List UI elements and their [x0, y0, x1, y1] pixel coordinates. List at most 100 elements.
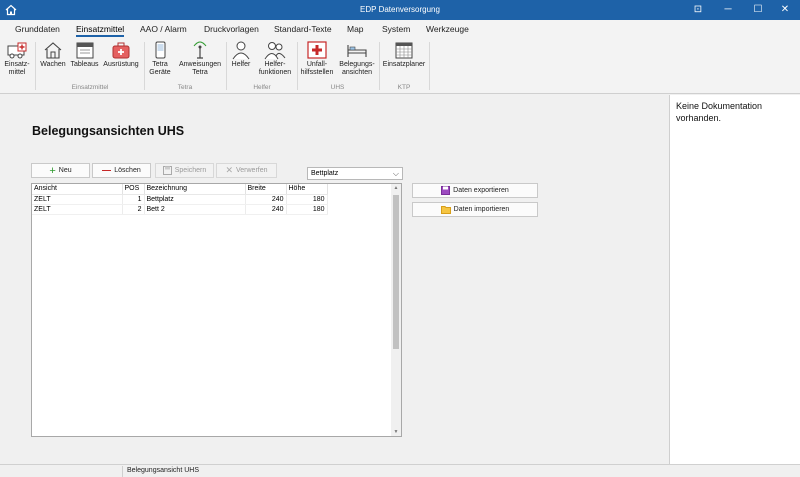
ribbon-helfer-button[interactable]: Helfer: [228, 40, 254, 69]
group-label-ktp: KTP: [397, 84, 411, 91]
ribbon-button-label: Einsatz- mittel: [4, 61, 30, 76]
import-data-label: Daten importieren: [453, 206, 510, 213]
save-button-label: Speichern: [174, 167, 207, 174]
ribbon-unfallhilfsstellen-button[interactable]: Unfall- hilfsstellen: [298, 40, 336, 77]
cell-pos: 1: [122, 194, 145, 205]
save-disk-icon: [441, 186, 451, 195]
ribbon-belegungsansichten-button[interactable]: Belegungs- ansichten: [337, 40, 377, 77]
calendar-icon: [395, 42, 413, 59]
column-header-ansicht[interactable]: Ansicht: [32, 184, 123, 195]
tab-grunddaten[interactable]: Grunddaten: [15, 24, 60, 34]
vertical-scrollbar[interactable]: ▲ ▼: [391, 184, 401, 436]
group-label-tetra: Tetra: [177, 84, 193, 91]
column-header-hoehe[interactable]: Höhe: [286, 184, 328, 195]
tab-standard-texte[interactable]: Standard-Texte: [274, 24, 332, 34]
ribbon-ausruestung-button[interactable]: Ausrüstung: [101, 40, 141, 69]
minus-icon: [102, 169, 112, 172]
antenna-icon: [193, 41, 207, 59]
tab-werkzeuge[interactable]: Werkzeuge: [426, 24, 469, 34]
view-select[interactable]: Bettplatz ⌵: [307, 167, 403, 180]
ribbon-button-label: Tetra Geräte: [149, 61, 171, 76]
cell-bezeichnung: Bett 2: [144, 204, 246, 215]
ribbon-anweisungen-tetra-button[interactable]: Anweisungen Tetra: [176, 40, 224, 77]
view-select-value: Bettplatz: [311, 170, 339, 177]
first-aid-icon: [307, 41, 327, 59]
export-data-button[interactable]: Daten exportieren: [412, 183, 538, 198]
status-text: Belegungsansicht UHS: [127, 467, 199, 474]
status-bar: Belegungsansicht UHS: [0, 464, 800, 477]
bed-icon: [347, 45, 367, 57]
floppy-disk-icon: [162, 166, 172, 175]
cell-ansicht: ZELT: [32, 194, 123, 205]
main-content: Belegungsansichten UHS + Neu Löschen Spe…: [0, 95, 669, 464]
phone-icon: [155, 41, 166, 59]
cell-breite: 240: [245, 194, 287, 205]
people-icon: [264, 42, 286, 60]
column-header-breite[interactable]: Breite: [245, 184, 287, 195]
window-title: EDP Datenversorgung: [360, 5, 440, 14]
ribbon-einsatzplaner-button[interactable]: Einsatzplaner: [381, 40, 427, 69]
ribbon-helferfunktionen-button[interactable]: Helfer- funktionen: [254, 40, 296, 77]
scroll-down-arrow-icon[interactable]: ▼: [392, 429, 400, 435]
group-label-uhs: UHS: [330, 84, 345, 91]
house-icon: [44, 42, 62, 59]
scroll-up-arrow-icon[interactable]: ▲: [392, 185, 400, 191]
ribbon-button-label: Wachen: [40, 61, 66, 68]
folder-icon: [440, 206, 451, 214]
group-separator: [144, 42, 145, 90]
new-button[interactable]: + Neu: [31, 163, 90, 178]
minimize-button[interactable]: ─: [713, 0, 743, 20]
group-separator: [35, 42, 36, 90]
table-row[interactable]: ZELT 1 Bettplatz 240 180: [32, 194, 328, 205]
group-separator: [379, 42, 380, 90]
discard-button[interactable]: ✕ Verwerfen: [216, 163, 277, 178]
x-icon: ✕: [225, 165, 233, 175]
ribbon-einsatzmittel-button[interactable]: Einsatz- mittel: [3, 40, 31, 77]
title-bar: EDP Datenversorgung ⊡ ─ ☐ ✕: [0, 0, 800, 20]
tab-system[interactable]: System: [382, 24, 410, 34]
data-grid[interactable]: Ansicht POS Bezeichnung Breite Höhe ZELT…: [31, 183, 402, 437]
scrollbar-thumb[interactable]: [393, 195, 399, 349]
ribbon-tetra-geraete-button[interactable]: Tetra Geräte: [146, 40, 174, 77]
import-data-button[interactable]: Daten importieren: [412, 202, 538, 217]
pin-button[interactable]: ⊡: [683, 0, 713, 20]
tableau-icon: [76, 42, 93, 59]
group-label-helfer: Helfer: [253, 84, 271, 91]
column-header-bezeichnung[interactable]: Bezeichnung: [144, 184, 246, 195]
grid-table: Ansicht POS Bezeichnung Breite Höhe ZELT…: [32, 184, 328, 215]
ribbon-tabs: Grunddaten Einsatzmittel AAO / Alarm Dru…: [0, 20, 800, 38]
maximize-button[interactable]: ☐: [743, 0, 773, 20]
tab-aao-alarm[interactable]: AAO / Alarm: [140, 24, 187, 34]
delete-button[interactable]: Löschen: [92, 163, 151, 178]
save-button[interactable]: Speichern: [155, 163, 214, 178]
ribbon-tableaus-button[interactable]: Tableaus: [69, 40, 100, 69]
ribbon-button-label: Einsatzplaner: [382, 61, 426, 68]
ribbon-button-label: Helfer- funktionen: [258, 61, 292, 76]
tab-einsatzmittel[interactable]: Einsatzmittel: [76, 24, 125, 37]
close-button[interactable]: ✕: [770, 0, 800, 20]
tab-map[interactable]: Map: [347, 24, 364, 34]
group-separator: [429, 42, 430, 90]
medkit-icon: [112, 42, 130, 59]
page-title: Belegungsansichten UHS: [32, 124, 185, 138]
group-label-einsatzmittel: Einsatzmittel: [71, 84, 109, 91]
table-row[interactable]: ZELT 2 Bett 2 240 180: [32, 204, 328, 215]
delete-button-label: Löschen: [114, 167, 141, 174]
status-separator: [122, 466, 123, 477]
cell-breite: 240: [245, 204, 287, 215]
ribbon-button-label: Tableaus: [70, 61, 99, 68]
ribbon-button-label: Helfer: [231, 61, 251, 68]
ambulance-icon: [7, 42, 27, 59]
documentation-panel: Keine Dokumentation vorhanden.: [669, 95, 800, 464]
plus-icon: +: [49, 164, 56, 177]
discard-button-label: Verwerfen: [236, 167, 268, 174]
export-data-label: Daten exportieren: [453, 187, 509, 194]
cell-bezeichnung: Bettplatz: [144, 194, 246, 205]
ribbon-button-label: Belegungs- ansichten: [339, 61, 375, 76]
cell-pos: 2: [122, 204, 145, 215]
group-separator: [226, 42, 227, 90]
column-header-pos[interactable]: POS: [122, 184, 145, 195]
ribbon-wachen-button[interactable]: Wachen: [38, 40, 68, 69]
tab-druckvorlagen[interactable]: Druckvorlagen: [204, 24, 259, 34]
cell-hoehe: 180: [286, 194, 328, 205]
